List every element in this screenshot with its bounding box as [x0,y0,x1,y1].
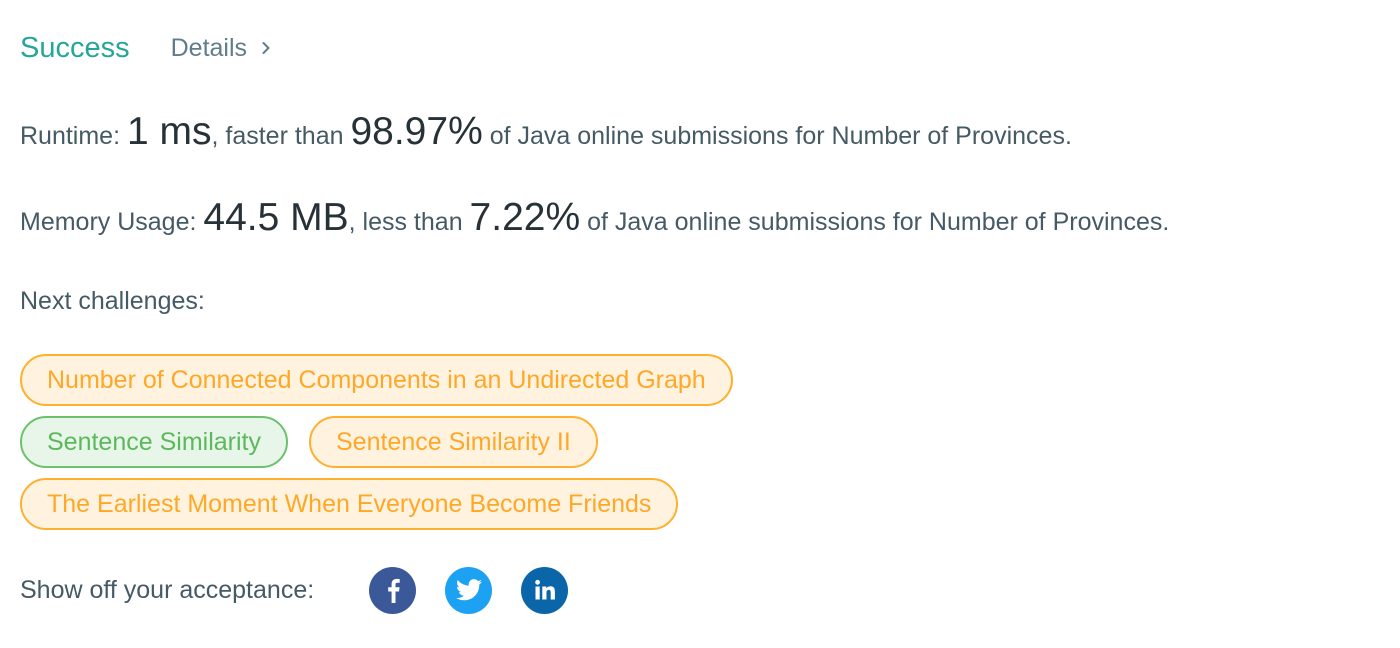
result-header: Success Details [20,28,273,68]
status-label: Success [20,31,130,64]
challenge-chip-earliest-moment[interactable]: The Earliest Moment When Everyone Become… [20,478,679,530]
share-section: Show off your acceptance: [20,566,569,614]
runtime-value: 1 ms [126,110,212,153]
next-challenges-label: Next challenges: [20,287,205,315]
next-challenges-list: Number of Connected Components in an Und… [20,354,1020,540]
social-buttons [369,566,569,614]
challenge-chip-sentence-similarity[interactable]: Sentence Similarity [20,416,288,468]
share-label: Show off your acceptance: [20,575,315,604]
details-label: Details [170,33,248,62]
challenge-chip-connected-components[interactable]: Number of Connected Components in an Und… [20,354,733,406]
memory-value: 44.5 MB [203,196,349,239]
facebook-icon [387,578,400,603]
runtime-label: Runtime: [20,122,127,150]
chevron-right-icon [262,42,270,54]
challenge-chip-sentence-similarity-ii[interactable]: Sentence Similarity II [308,416,598,468]
linkedin-icon [534,579,555,600]
runtime-suffix: of Java online submissions for Number of… [482,122,1072,150]
runtime-comparison: , faster than [211,122,351,150]
details-link[interactable]: Details [171,34,273,63]
memory-stat: Memory Usage: 44.5 MB, less than 7.22% o… [20,196,1169,240]
twitter-icon [455,579,482,601]
chip-row: Sentence Similarity Sentence Similarity … [20,416,1020,468]
runtime-stat: Runtime: 1 ms, faster than 98.97% of Jav… [20,110,1072,154]
memory-comparison: , less than [348,208,470,236]
facebook-share-button[interactable] [369,566,417,614]
chip-row: Number of Connected Components in an Und… [20,354,1020,406]
linkedin-share-button[interactable] [521,566,569,614]
twitter-share-button[interactable] [445,566,493,614]
memory-label: Memory Usage: [20,208,204,236]
memory-suffix: of Java online submissions for Number of… [580,208,1170,236]
memory-percent: 7.22% [469,196,581,239]
runtime-percent: 98.97% [350,110,483,153]
chip-row: The Earliest Moment When Everyone Become… [20,478,1020,530]
